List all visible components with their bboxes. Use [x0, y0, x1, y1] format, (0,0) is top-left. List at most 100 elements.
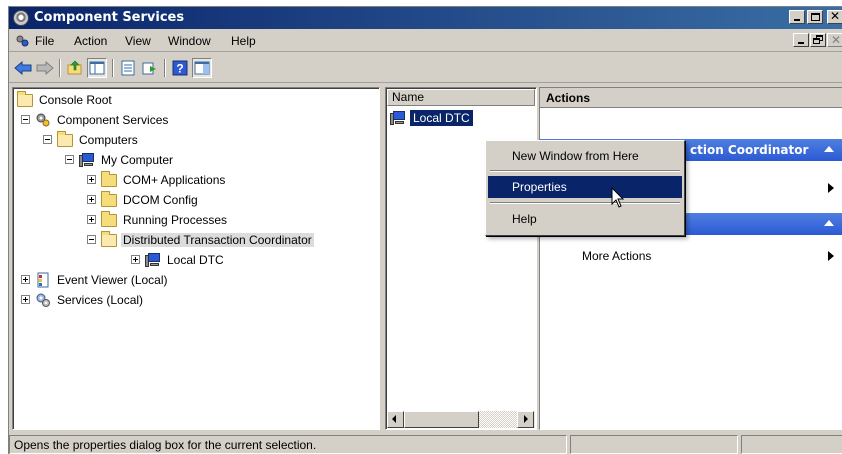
window-title: Component Services: [34, 10, 185, 25]
collapse-icon[interactable]: [43, 135, 52, 144]
maximize-button[interactable]: [807, 10, 823, 24]
tree-item-label: COM+ Applications: [123, 172, 226, 187]
show-hide-action-pane-button[interactable]: [192, 58, 212, 78]
tree-item-component-services[interactable]: Component Services: [21, 110, 170, 129]
collapse-icon[interactable]: [21, 115, 30, 124]
context-menu-help[interactable]: Help: [488, 208, 682, 230]
expand-icon[interactable]: [21, 295, 30, 304]
tree-item-my-computer[interactable]: My Computer: [65, 150, 175, 169]
forward-button[interactable]: [35, 58, 55, 78]
scrollbar-thumb[interactable]: [404, 411, 479, 428]
context-menu-properties[interactable]: Properties: [488, 176, 682, 198]
folder-open-icon: [101, 231, 117, 247]
tree-item-services[interactable]: Services (Local): [21, 290, 145, 309]
minimize-button[interactable]: [789, 10, 805, 24]
actions-header: Actions: [540, 88, 842, 108]
title-bar[interactable]: Component Services ✕: [9, 7, 842, 29]
tree-item-label: Computers: [79, 132, 138, 147]
list-item-local-dtc[interactable]: Local DTC: [390, 109, 473, 127]
results-list-pane[interactable]: Name Local DTC: [385, 87, 537, 430]
tree-item-console-root[interactable]: Console Root: [17, 90, 114, 109]
column-header-name[interactable]: Name: [387, 89, 535, 106]
status-text: Opens the properties dialog box for the …: [9, 435, 567, 454]
console-menu-icon[interactable]: [15, 34, 29, 48]
tree-item-dcom-config[interactable]: DCOM Config: [87, 190, 200, 209]
scroll-right-button[interactable]: [517, 411, 534, 428]
minimize-icon: [798, 42, 804, 44]
up-one-level-button[interactable]: [65, 58, 85, 78]
mdi-controls: ✕: [793, 33, 842, 47]
collapse-icon[interactable]: [65, 155, 74, 164]
scroll-left-button[interactable]: [387, 411, 404, 428]
mdi-minimize-button[interactable]: [793, 33, 809, 47]
toolbar: ?: [9, 53, 842, 83]
show-tree-icon: [89, 61, 105, 75]
show-hide-tree-button[interactable]: [87, 58, 107, 78]
restore-icon-back: [813, 38, 820, 44]
status-panel-2: [570, 435, 738, 454]
show-action-pane-icon: [194, 61, 210, 75]
tree-item-label: Running Processes: [123, 212, 228, 227]
menu-action[interactable]: Action: [74, 34, 107, 48]
context-menu-separator: [490, 170, 680, 172]
expand-icon[interactable]: [87, 195, 96, 204]
console-tree-pane[interactable]: Console Root Component Services Computer…: [12, 87, 380, 430]
submenu-arrow-icon: [828, 251, 834, 261]
menu-view[interactable]: View: [125, 34, 151, 48]
services-icon: [36, 293, 50, 307]
computer-icon: [145, 252, 161, 268]
close-icon: ✕: [831, 33, 842, 47]
tree-item-com-applications[interactable]: COM+ Applications: [87, 170, 227, 189]
maximize-icon: [811, 13, 820, 21]
context-menu-new-window[interactable]: New Window from Here: [488, 145, 682, 167]
back-arrow-icon: [14, 61, 32, 75]
more-actions-label: More Actions: [582, 249, 652, 263]
submenu-arrow-icon: [828, 183, 834, 193]
tree-item-label: Services (Local): [57, 292, 144, 307]
context-menu: New Window from Here Properties Help: [485, 140, 685, 236]
properties-button[interactable]: [118, 58, 138, 78]
folder-icon: [101, 211, 117, 227]
menu-file[interactable]: File: [35, 34, 54, 48]
collapse-icon[interactable]: [87, 235, 96, 244]
scrollbar-track[interactable]: [479, 411, 517, 428]
list-item-label: Local DTC: [410, 110, 473, 126]
event-viewer-icon: [37, 272, 49, 287]
tree-item-local-dtc[interactable]: Local DTC: [131, 250, 226, 269]
actions-section-title: ction Coordinator: [690, 143, 809, 157]
computer-icon: [79, 152, 95, 168]
mdi-restore-button[interactable]: [810, 33, 826, 47]
tree-item-distributed-transaction-coordinator[interactable]: Distributed Transaction Coordinator: [87, 230, 314, 249]
tree-item-label: Event Viewer (Local): [57, 272, 168, 287]
horizontal-scrollbar[interactable]: [387, 411, 535, 428]
collapse-up-icon[interactable]: [824, 220, 834, 226]
toolbar-separator: [164, 59, 166, 77]
window-controls: ✕: [789, 9, 842, 24]
tree-item-label: Local DTC: [167, 252, 224, 267]
expand-icon[interactable]: [87, 175, 96, 184]
mouse-cursor-icon: [611, 187, 625, 208]
status-bar: Opens the properties dialog box for the …: [9, 433, 842, 454]
expand-icon[interactable]: [87, 215, 96, 224]
arrow-right-icon: [524, 415, 528, 423]
menu-help[interactable]: Help: [231, 34, 256, 48]
svg-text:?: ?: [176, 62, 183, 76]
export-list-button[interactable]: [140, 58, 160, 78]
back-button[interactable]: [13, 58, 33, 78]
folder-open-icon: [17, 91, 33, 107]
mdi-close-button[interactable]: ✕: [827, 33, 842, 47]
tree-item-running-processes[interactable]: Running Processes: [87, 210, 229, 229]
expand-icon[interactable]: [131, 255, 140, 264]
expand-icon[interactable]: [21, 275, 30, 284]
help-button[interactable]: ?: [170, 58, 190, 78]
collapse-up-icon[interactable]: [824, 146, 834, 152]
actions-row-more-actions[interactable]: More Actions: [540, 246, 842, 266]
computer-icon: [390, 110, 406, 126]
arrow-left-icon: [392, 415, 396, 423]
menu-window[interactable]: Window: [168, 34, 211, 48]
minimize-icon: [794, 19, 800, 21]
help-icon: ?: [172, 60, 188, 76]
tree-item-event-viewer[interactable]: Event Viewer (Local): [21, 270, 170, 289]
close-button[interactable]: ✕: [827, 9, 842, 24]
tree-item-computers[interactable]: Computers: [43, 130, 140, 149]
